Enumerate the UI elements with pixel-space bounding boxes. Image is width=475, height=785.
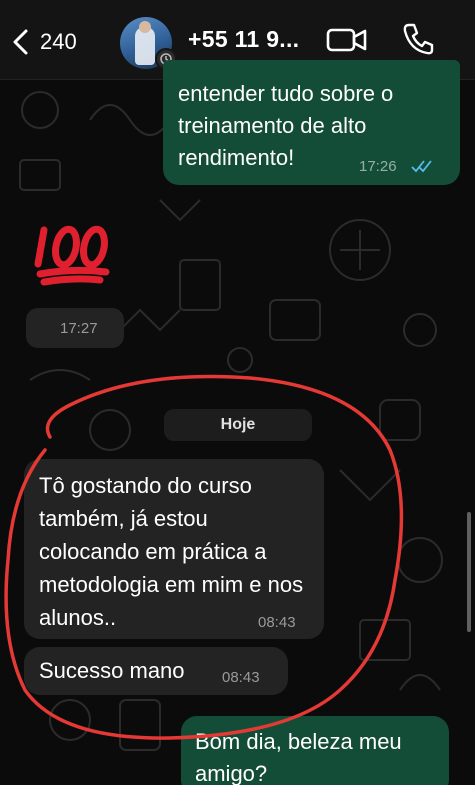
message-time: 17:26	[359, 158, 397, 175]
chevron-left-icon	[13, 29, 28, 55]
date-divider: Hoje	[164, 409, 312, 441]
message-incoming[interactable]: Sucesso mano 08:43	[24, 647, 288, 695]
message-text: Sucesso mano	[39, 658, 185, 683]
message-incoming[interactable]: Tô gostando do curso também, já estou co…	[24, 459, 324, 639]
message-text: Tô gostando do curso também, já estou co…	[39, 473, 304, 630]
message-time: 08:43	[222, 669, 260, 686]
read-ticks-icon	[411, 160, 432, 173]
message-text: entender tudo sobre o treinamento de alt…	[178, 81, 394, 170]
back-button[interactable]: 240	[10, 24, 77, 60]
message-time: 17:27	[60, 320, 98, 337]
phone-icon[interactable]	[402, 22, 434, 56]
message-incoming[interactable]: 17:27	[26, 308, 124, 348]
message-text: Bom dia, beleza meu amigo?	[195, 729, 402, 785]
unread-count: 240	[40, 29, 77, 54]
avatar-head	[139, 21, 151, 33]
message-outgoing[interactable]: entender tudo sobre o treinamento de alt…	[163, 60, 460, 185]
message-time: 08:43	[258, 614, 296, 631]
video-camera-icon[interactable]	[326, 26, 368, 54]
scroll-indicator[interactable]	[467, 512, 471, 632]
hundred-points-emoji-icon[interactable]	[34, 222, 112, 286]
contact-name[interactable]: +55 11 9...	[188, 26, 299, 53]
message-outgoing[interactable]: Bom dia, beleza meu amigo?	[181, 716, 449, 785]
